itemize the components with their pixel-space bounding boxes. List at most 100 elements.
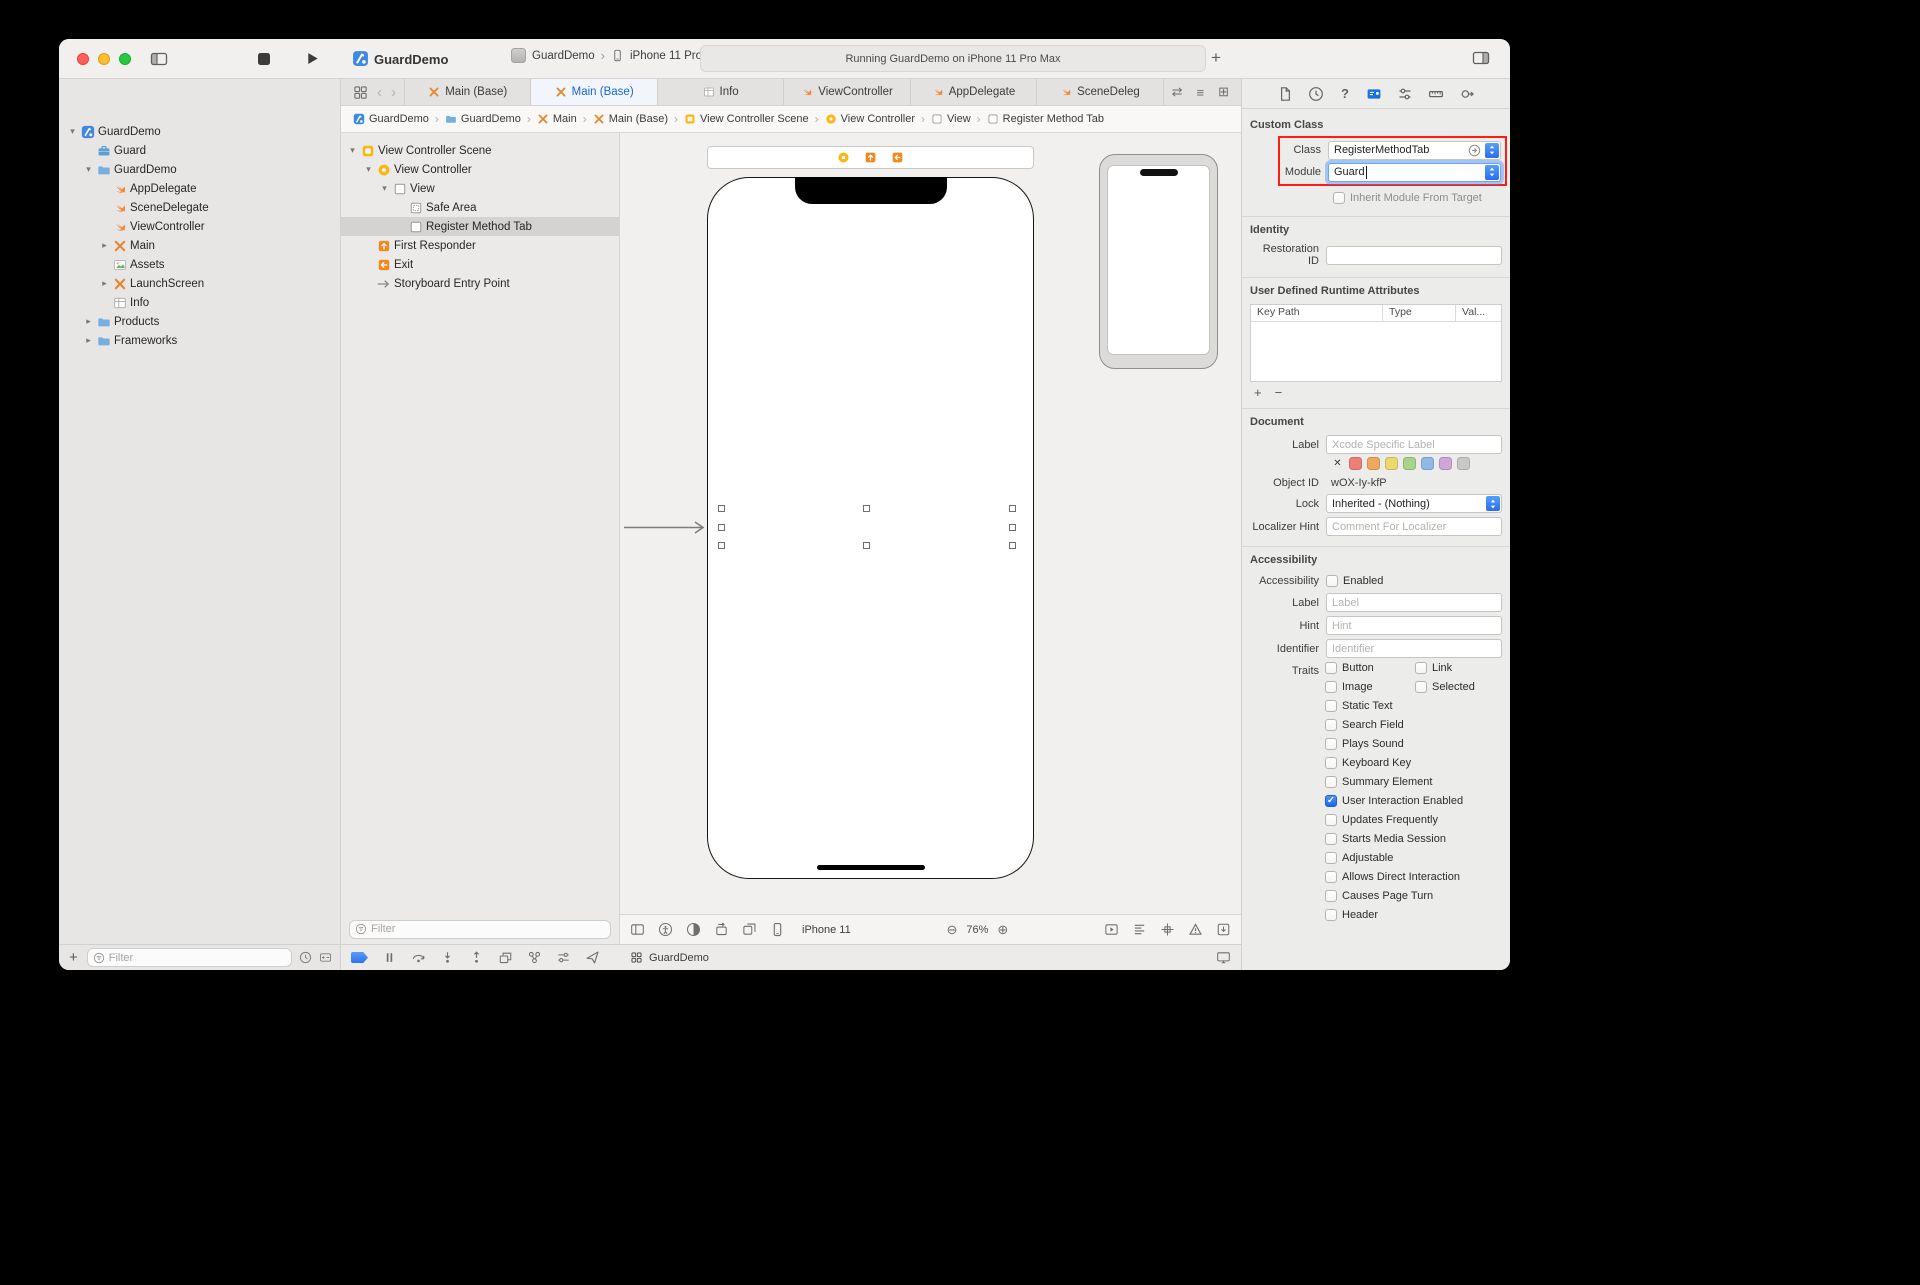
resize-handle-top-center[interactable]	[863, 505, 870, 512]
trait-image[interactable]: Image	[1325, 680, 1415, 693]
accessibility-preview-icon[interactable]	[658, 922, 673, 937]
debug-view-hierarchy-icon[interactable]	[498, 950, 513, 965]
resize-handle-bottom-right[interactable]	[1009, 542, 1016, 549]
document-label-input[interactable]	[1327, 436, 1501, 453]
runtime-attributes-table[interactable]: Key Path Type Val...	[1250, 304, 1502, 382]
navigator-item-appdelegate[interactable]: AppDelegate	[59, 179, 340, 198]
outline-item-entry-point[interactable]: Storyboard Entry Point	[341, 274, 619, 293]
color-swatch-blue[interactable]	[1421, 457, 1434, 470]
attributes-inspector-icon[interactable]	[1397, 86, 1413, 102]
restoration-id-field[interactable]	[1326, 245, 1502, 265]
navigator-item-viewcontroller[interactable]: ViewController	[59, 217, 340, 236]
add-constraints-icon[interactable]	[1160, 922, 1175, 937]
environment-overrides-icon[interactable]	[556, 950, 571, 965]
recent-files-icon[interactable]	[299, 951, 312, 964]
add-attribute-button[interactable]: +	[1254, 386, 1262, 400]
outline-item-register-method-tab[interactable]: Register Method Tab	[341, 217, 619, 236]
trait-selected[interactable]: Selected	[1415, 680, 1475, 693]
adjust-editor-icon[interactable]	[630, 922, 645, 937]
disclosure-triangle[interactable]	[83, 336, 94, 345]
accessibility-enabled-checkbox[interactable]	[1326, 575, 1338, 587]
disclosure-triangle[interactable]	[83, 165, 94, 174]
minimize-window-button[interactable]	[98, 53, 110, 65]
history-inspector-icon[interactable]	[1308, 86, 1324, 102]
inherit-module-checkbox[interactable]	[1333, 192, 1345, 204]
lock-dropdown-button[interactable]	[1486, 496, 1500, 511]
interface-builder-canvas[interactable]: iPhone 11 ⊖ 76% ⊕	[620, 133, 1241, 944]
module-combo-field[interactable]: Guard	[1328, 162, 1501, 182]
resize-handle-middle-left[interactable]	[718, 524, 725, 531]
breadcrumb-storyboard-base[interactable]: Main (Base)	[593, 113, 668, 125]
go-back-icon[interactable]: ‹	[377, 85, 382, 100]
outline-item-first-responder[interactable]: First Responder	[341, 236, 619, 255]
disclosure-triangle[interactable]	[99, 241, 110, 250]
navigator-item-guarddemo-project[interactable]: GuardDemo	[59, 122, 340, 141]
toggle-navigator-icon[interactable]	[150, 51, 168, 67]
exit-icon[interactable]	[891, 151, 904, 164]
ax-identifier-field[interactable]	[1326, 639, 1502, 658]
outline-filter-field[interactable]	[349, 919, 611, 939]
trait-link[interactable]: Link	[1415, 661, 1452, 674]
step-over-icon[interactable]	[411, 950, 426, 965]
navigator-item-products[interactable]: Products	[59, 312, 340, 331]
view-controller-icon[interactable]	[837, 151, 850, 164]
trait-header[interactable]: Header	[1325, 908, 1378, 921]
add-editor-icon[interactable]: ⊞	[1218, 84, 1229, 100]
resize-handle-top-left[interactable]	[718, 505, 725, 512]
navigator-item-guarddemo-folder[interactable]: GuardDemo	[59, 160, 340, 179]
go-forward-icon[interactable]: ›	[391, 85, 396, 100]
resize-handle-top-right[interactable]	[1009, 505, 1016, 512]
tab-appdelegate[interactable]: AppDelegate	[909, 79, 1036, 105]
process-menu[interactable]: GuardDemo	[630, 951, 709, 964]
new-tab-button[interactable]: +	[1211, 48, 1221, 68]
run-button[interactable]	[305, 51, 320, 66]
scheme-name[interactable]: GuardDemo	[532, 50, 595, 62]
embed-in-icon[interactable]	[1216, 922, 1231, 937]
navigator-filter-input[interactable]	[108, 951, 286, 964]
color-swatch-orange[interactable]	[1367, 457, 1380, 470]
remove-attribute-button[interactable]: −	[1275, 386, 1283, 400]
source-control-status-icon[interactable]	[319, 951, 332, 964]
scheme-selector[interactable]: GuardDemo iPhone 11 Pro Max	[511, 48, 727, 63]
outline-item-safe-area[interactable]: Safe Area	[341, 198, 619, 217]
trait-allows-direct-interaction[interactable]: Allows Direct Interaction	[1325, 870, 1460, 883]
color-swatch-purple[interactable]	[1439, 457, 1452, 470]
navigator-item-info[interactable]: Info	[59, 293, 340, 312]
navigator-filter-field[interactable]	[86, 948, 292, 967]
navigator-item-main[interactable]: Main	[59, 236, 340, 255]
module-dropdown-button[interactable]	[1485, 164, 1499, 180]
device-config-button[interactable]: iPhone 11	[802, 924, 851, 936]
resize-handle-bottom-left[interactable]	[718, 542, 725, 549]
disclosure-triangle[interactable]	[347, 146, 358, 155]
disclosure-triangle[interactable]	[83, 317, 94, 326]
breadcrumb-group[interactable]: GuardDemo	[445, 113, 521, 125]
localizer-hint-field[interactable]	[1326, 517, 1502, 536]
storyboard-entry-point-arrow[interactable]	[624, 520, 710, 535]
color-swatch-red[interactable]	[1349, 457, 1362, 470]
trait-plays-sound[interactable]: Plays Sound	[1325, 737, 1404, 750]
color-swatch-gray[interactable]	[1457, 457, 1470, 470]
navigator-item-assets[interactable]: Assets	[59, 255, 340, 274]
tab-main-base-1[interactable]: Main (Base)	[404, 79, 530, 105]
class-dropdown-button[interactable]	[1485, 142, 1499, 158]
trait-button[interactable]: Button	[1325, 661, 1415, 674]
align-icon[interactable]	[1132, 922, 1147, 937]
ax-hint-field[interactable]	[1326, 616, 1502, 635]
ax-hint-input[interactable]	[1327, 617, 1501, 634]
tab-main-base-2-selected[interactable]: Main (Base)	[530, 79, 657, 105]
outline-item-scene[interactable]: View Controller Scene	[341, 141, 619, 160]
trait-keyboard-key[interactable]: Keyboard Key	[1325, 756, 1411, 769]
pause-execution-icon[interactable]	[382, 950, 397, 965]
breadcrumb-project[interactable]: GuardDemo	[353, 113, 429, 125]
file-inspector-icon[interactable]	[1277, 86, 1293, 102]
class-combo-field[interactable]: RegisterMethodTab	[1328, 140, 1501, 160]
navigator-item-launchscreen[interactable]: LaunchScreen	[59, 274, 340, 293]
code-review-icon[interactable]: ⇄	[1172, 84, 1183, 100]
column-value[interactable]: Val...	[1456, 305, 1501, 321]
breadcrumb-view-controller[interactable]: View Controller	[825, 113, 915, 125]
breadcrumb-view[interactable]: View	[931, 113, 971, 125]
tab-viewcontroller[interactable]: ViewController	[783, 79, 909, 105]
live-preview-icon[interactable]	[1104, 922, 1119, 937]
navigator-item-scenedelegate[interactable]: SceneDelegate	[59, 198, 340, 217]
trait-search-field[interactable]: Search Field	[1325, 718, 1404, 731]
